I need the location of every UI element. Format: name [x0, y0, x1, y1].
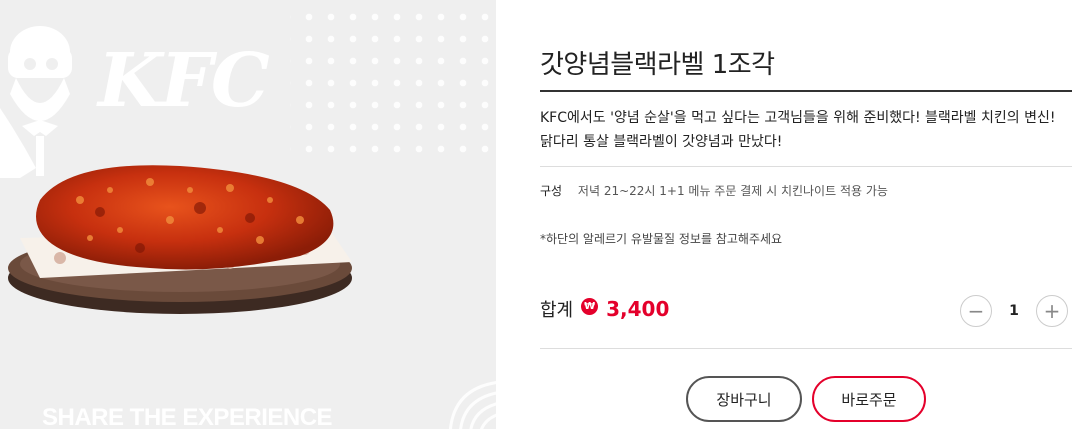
price-divider	[540, 348, 1072, 349]
quantity-stepper: − 1 +	[960, 295, 1068, 327]
composition-value: 저녁 21~22시 1+1 메뉴 주문 결제 시 치킨나이트 적용 가능	[577, 184, 888, 198]
dot-pattern	[290, 0, 496, 160]
order-now-button[interactable]: 바로주문	[812, 376, 926, 422]
product-detail: 갓양념블랙라벨 1조각 KFC에서도 '양념 순살'을 먹고 싶다는 고객님들을…	[540, 0, 1072, 429]
product-title: 갓양념블랙라벨 1조각	[540, 50, 775, 80]
total-price: 합계 ₩ 3,400	[540, 296, 669, 322]
add-to-cart-button[interactable]: 장바구니	[686, 376, 802, 422]
swirl-pattern-icon	[448, 381, 496, 429]
decrease-button[interactable]: −	[960, 295, 992, 327]
increase-button[interactable]: +	[1036, 295, 1068, 327]
title-divider	[540, 90, 1072, 92]
colonel-logo-icon	[0, 26, 72, 178]
plus-icon: +	[1043, 299, 1061, 323]
slogan-text: SHARE THE EXPERIENCE	[42, 404, 333, 429]
description-divider	[540, 166, 1072, 167]
minus-icon: −	[967, 299, 985, 323]
total-label: 합계	[540, 300, 574, 321]
composition-row: 구성 저녁 21~22시 1+1 메뉴 주문 결제 시 치킨나이트 적용 가능	[540, 182, 888, 199]
product-image	[8, 165, 352, 314]
product-image-panel: KFC SHARE THE EXPERIENCE	[0, 0, 496, 429]
composition-label: 구성	[540, 184, 563, 198]
quantity-value: 1	[1009, 303, 1019, 319]
price-value: 3,400	[606, 297, 670, 321]
kfc-logo: KFC	[98, 38, 270, 124]
allergy-note: *하단의 알레르기 유발물질 정보를 참고해주세요	[540, 232, 783, 246]
won-icon: ₩	[581, 297, 599, 315]
product-description: KFC에서도 '양념 순살'을 먹고 싶다는 고객님들을 위해 준비했다! 블랙…	[540, 110, 1056, 150]
